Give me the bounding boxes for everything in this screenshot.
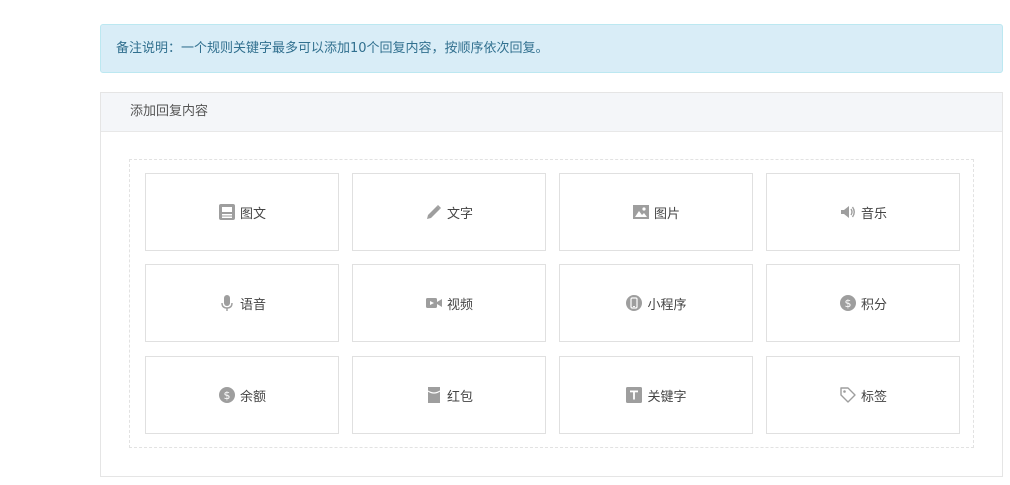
news-icon: [218, 203, 236, 221]
tile-label: 关键字: [647, 389, 687, 405]
reply-type-points-button[interactable]: $ 积分: [766, 264, 960, 342]
reply-type-keyword-button[interactable]: 关键字: [559, 356, 753, 434]
red-packet-icon: [425, 386, 443, 404]
tag-icon: [839, 386, 857, 404]
tile-label: 图片: [653, 206, 680, 222]
reply-type-balance-button[interactable]: $ 余额: [145, 356, 339, 434]
video-camera-icon: [425, 294, 443, 312]
microphone-icon: [218, 294, 236, 312]
tile-label: 语音: [239, 297, 266, 313]
tile-label: 音乐: [860, 206, 887, 222]
reply-type-video-button[interactable]: 视频: [352, 264, 546, 342]
tile-label: 余额: [239, 389, 266, 405]
tile-label: 标签: [860, 389, 887, 405]
tile-label: 图文: [239, 206, 266, 222]
dollar-circle-icon: $: [839, 294, 857, 312]
notice-text: 备注说明：一个规则关键字最多可以添加10个回复内容，按顺序依次回复。: [116, 41, 549, 56]
add-reply-panel: 添加回复内容 图文 文字 图片 音乐 语音 视频 小程序 $ 积分 $ 余额 红…: [100, 92, 1003, 477]
tile-label: 积分: [860, 297, 887, 313]
reply-type-text-button[interactable]: 文字: [352, 173, 546, 251]
reply-type-news-button[interactable]: 图文: [145, 173, 339, 251]
svg-text:$: $: [223, 389, 230, 402]
reply-type-image-button[interactable]: 图片: [559, 173, 753, 251]
reply-type-grid: 图文 文字 图片 音乐 语音 视频 小程序 $ 积分 $ 余额 红包 关键字 标…: [129, 159, 974, 448]
panel-title: 添加回复内容: [101, 93, 1002, 132]
tile-label: 小程序: [647, 297, 687, 313]
mini-program-icon: [625, 294, 643, 312]
image-icon: [632, 203, 650, 221]
dollar-circle-icon: $: [218, 386, 236, 404]
reply-type-music-button[interactable]: 音乐: [766, 173, 960, 251]
tile-label: 视频: [446, 297, 473, 313]
pencil-icon: [425, 203, 443, 221]
text-t-icon: [625, 386, 643, 404]
tile-label: 红包: [446, 389, 473, 405]
reply-type-tag-button[interactable]: 标签: [766, 356, 960, 434]
reply-type-mini-program-button[interactable]: 小程序: [559, 264, 753, 342]
notice-alert: 备注说明：一个规则关键字最多可以添加10个回复内容，按顺序依次回复。: [100, 24, 1003, 73]
reply-type-red-packet-button[interactable]: 红包: [352, 356, 546, 434]
tile-label: 文字: [446, 206, 473, 222]
speaker-icon: [839, 203, 857, 221]
reply-type-voice-button[interactable]: 语音: [145, 264, 339, 342]
svg-text:$: $: [844, 297, 851, 310]
